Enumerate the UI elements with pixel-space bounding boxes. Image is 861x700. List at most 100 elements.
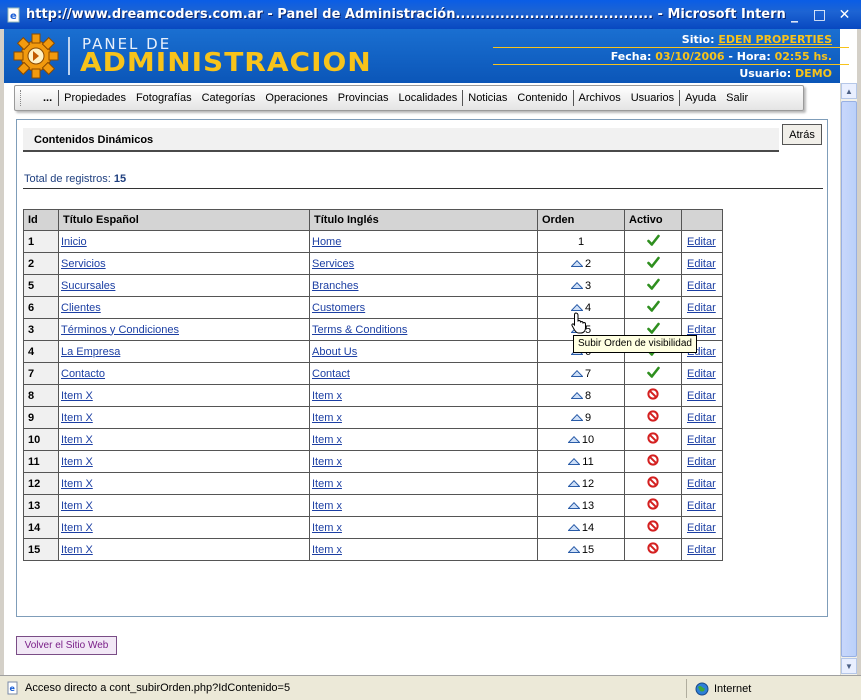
link-titulo-espanol[interactable]: Item X <box>61 544 93 556</box>
link-titulo-ingles[interactable]: Item x <box>312 544 342 556</box>
scroll-down-button[interactable]: ▼ <box>841 658 857 674</box>
minimize-button[interactable]: _ <box>784 4 805 25</box>
window-title-bar[interactable]: e http://www.dreamcoders.com.ar - Panel … <box>0 0 861 29</box>
link-titulo-ingles[interactable]: Terms & Conditions <box>312 324 407 336</box>
menu-item-categorias[interactable]: Categorías <box>197 92 261 104</box>
link-titulo-espanol[interactable]: Item X <box>61 390 93 402</box>
menu-item-operaciones[interactable]: Operaciones <box>260 92 332 104</box>
link-titulo-espanol[interactable]: Términos y Condiciones <box>61 324 179 336</box>
active-check-icon[interactable] <box>646 322 660 335</box>
menu-item-contenido[interactable]: Contenido <box>512 92 572 104</box>
link-titulo-ingles[interactable]: Item x <box>312 522 342 534</box>
edit-link[interactable]: Editar <box>687 280 716 292</box>
menu-item-noticias[interactable]: Noticias <box>463 92 512 104</box>
inactive-icon[interactable] <box>647 388 659 400</box>
link-titulo-ingles[interactable]: Customers <box>312 302 365 314</box>
menu-item-localidades[interactable]: Localidades <box>394 92 463 104</box>
edit-link[interactable]: Editar <box>687 434 716 446</box>
maximize-button[interactable]: □ <box>809 4 830 25</box>
menu-item-fotografias[interactable]: Fotografías <box>131 92 197 104</box>
move-up-icon[interactable] <box>568 458 581 466</box>
scroll-up-button[interactable]: ▲ <box>841 83 857 99</box>
link-titulo-espanol[interactable]: Inicio <box>61 236 87 248</box>
move-up-icon[interactable] <box>567 546 580 554</box>
link-titulo-espanol[interactable]: Item X <box>61 456 93 468</box>
link-titulo-espanol[interactable]: Servicios <box>61 258 106 270</box>
inactive-icon[interactable] <box>647 410 659 422</box>
link-titulo-ingles[interactable]: About Us <box>312 346 357 358</box>
link-titulo-ingles[interactable]: Item x <box>312 478 342 490</box>
inactive-icon[interactable] <box>647 476 659 488</box>
inactive-icon[interactable] <box>647 454 659 466</box>
edit-link[interactable]: Editar <box>687 258 716 270</box>
link-titulo-ingles[interactable]: Services <box>312 258 354 270</box>
inactive-icon[interactable] <box>647 542 659 554</box>
menu-item-propiedades[interactable]: Propiedades <box>59 92 131 104</box>
menu-item-archivos[interactable]: Archivos <box>574 92 626 104</box>
link-titulo-ingles[interactable]: Branches <box>312 280 358 292</box>
active-check-icon[interactable] <box>646 366 660 379</box>
edit-link[interactable]: Editar <box>687 302 716 314</box>
edit-link[interactable]: Editar <box>687 478 716 490</box>
edit-link[interactable]: Editar <box>687 544 716 556</box>
inactive-icon[interactable] <box>647 432 659 444</box>
link-titulo-espanol[interactable]: Clientes <box>61 302 101 314</box>
cell-editar: Editar <box>681 252 723 275</box>
cell-id: 6 <box>23 296 59 319</box>
edit-link[interactable]: Editar <box>687 412 716 424</box>
inactive-icon[interactable] <box>647 520 659 532</box>
inactive-icon[interactable] <box>647 498 659 510</box>
cell-orden: 15 <box>537 538 625 561</box>
active-check-icon[interactable] <box>646 256 660 269</box>
gear-logo-icon <box>13 33 59 79</box>
active-check-icon[interactable] <box>646 278 660 291</box>
active-check-icon[interactable] <box>646 234 660 247</box>
link-titulo-ingles[interactable]: Home <box>312 236 341 248</box>
move-up-icon[interactable] <box>567 436 580 444</box>
site-link[interactable]: EDEN PROPERTIES <box>718 33 832 46</box>
edit-link[interactable]: Editar <box>687 324 716 336</box>
edit-link[interactable]: Editar <box>687 368 716 380</box>
move-up-icon[interactable] <box>570 392 583 400</box>
back-button[interactable]: Atrás <box>782 124 822 145</box>
edit-link[interactable]: Editar <box>687 500 716 512</box>
move-up-icon[interactable] <box>570 260 583 268</box>
move-up-icon[interactable] <box>567 480 580 488</box>
move-up-icon[interactable] <box>570 282 583 290</box>
edit-link[interactable]: Editar <box>687 522 716 534</box>
edit-link[interactable]: Editar <box>687 390 716 402</box>
link-titulo-espanol[interactable]: Item X <box>61 412 93 424</box>
link-titulo-espanol[interactable]: Item X <box>61 500 93 512</box>
link-titulo-ingles[interactable]: Item x <box>312 456 342 468</box>
active-check-icon[interactable] <box>646 300 660 313</box>
menu-item-salir[interactable]: Salir <box>721 92 753 104</box>
back-to-site-button[interactable]: Volver el Sitio Web <box>16 636 117 655</box>
table-row: 8 Item X Item x 8 Editar <box>23 384 723 407</box>
link-titulo-espanol[interactable]: Item X <box>61 522 93 534</box>
link-titulo-ingles[interactable]: Item x <box>312 500 342 512</box>
menu-item-ayuda[interactable]: Ayuda <box>680 92 721 104</box>
link-titulo-espanol[interactable]: Contacto <box>61 368 105 380</box>
menu-more[interactable]: ... <box>39 92 58 104</box>
link-titulo-ingles[interactable]: Item x <box>312 390 342 402</box>
link-titulo-espanol[interactable]: Item X <box>61 434 93 446</box>
scroll-thumb[interactable] <box>841 101 857 657</box>
link-titulo-espanol[interactable]: Item X <box>61 478 93 490</box>
move-up-icon[interactable] <box>567 524 580 532</box>
link-titulo-ingles[interactable]: Contact <box>312 368 350 380</box>
move-up-icon[interactable] <box>570 304 583 312</box>
edit-link[interactable]: Editar <box>687 456 716 468</box>
link-titulo-espanol[interactable]: Sucursales <box>61 280 115 292</box>
menu-item-provincias[interactable]: Provincias <box>333 92 394 104</box>
link-titulo-ingles[interactable]: Item x <box>312 412 342 424</box>
link-titulo-espanol[interactable]: La Empresa <box>61 346 120 358</box>
move-up-icon[interactable] <box>570 370 583 378</box>
menu-item-usuarios[interactable]: Usuarios <box>626 92 679 104</box>
total-records: Total de registros: 15 <box>24 173 127 185</box>
link-titulo-ingles[interactable]: Item x <box>312 434 342 446</box>
edit-link[interactable]: Editar <box>687 236 716 248</box>
vertical-scrollbar[interactable]: ▲ ▼ <box>840 83 857 675</box>
move-up-icon[interactable] <box>570 414 583 422</box>
move-up-icon[interactable] <box>567 502 580 510</box>
close-button[interactable]: ✕ <box>834 4 855 25</box>
